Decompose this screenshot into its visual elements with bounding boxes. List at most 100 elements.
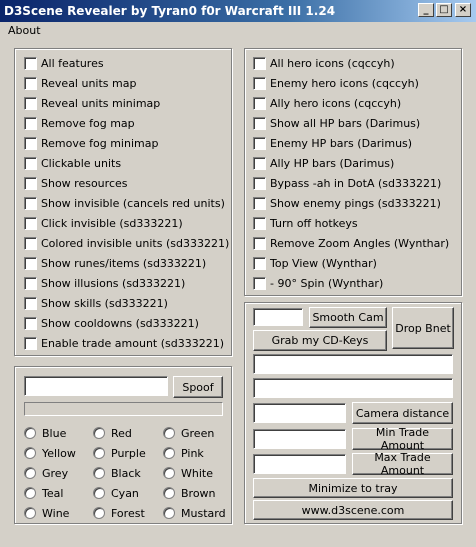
checkbox-box[interactable] (24, 256, 37, 270)
close-window-button[interactable]: × (455, 3, 471, 17)
menu-about[interactable]: About (8, 24, 41, 37)
right-option-checkbox[interactable]: - 90° Spin (Wynthar) (253, 275, 383, 291)
radio-circle[interactable] (24, 467, 36, 479)
right-option-checkbox[interactable]: Bypass -ah in DotA (sd333221) (253, 175, 441, 191)
right-option-checkbox[interactable]: Turn off hotkeys (253, 215, 358, 231)
color-radio[interactable]: Cyan (93, 485, 139, 501)
color-radio[interactable]: Pink (163, 445, 204, 461)
left-option-checkbox[interactable]: Remove fog minimap (24, 135, 158, 151)
checkbox-box[interactable] (253, 196, 266, 210)
color-radio[interactable]: Blue (24, 425, 66, 441)
right-option-checkbox[interactable]: Ally HP bars (Darimus) (253, 155, 394, 171)
grab-cd-keys-button[interactable]: Grab my CD-Keys (253, 330, 387, 351)
radio-circle[interactable] (93, 447, 105, 459)
checkbox-box[interactable] (24, 56, 37, 70)
right-option-checkbox[interactable]: Show all HP bars (Darimus) (253, 115, 420, 131)
max-trade-button[interactable]: Max Trade Amount (352, 451, 453, 477)
checkbox-box[interactable] (24, 156, 37, 170)
maximize-window-button[interactable]: □ (436, 3, 452, 17)
radio-circle[interactable] (24, 487, 36, 499)
color-radio[interactable]: Green (163, 425, 214, 441)
left-option-checkbox[interactable]: Show skills (sd333221) (24, 295, 168, 311)
checkbox-box[interactable] (253, 96, 266, 110)
checkbox-box[interactable] (24, 336, 37, 350)
radio-circle[interactable] (163, 467, 175, 479)
left-option-checkbox[interactable]: Show runes/items (sd333221) (24, 255, 206, 271)
left-option-checkbox[interactable]: Show illusions (sd333221) (24, 275, 185, 291)
checkbox-box[interactable] (24, 196, 37, 210)
checkbox-box[interactable] (24, 136, 37, 150)
radio-circle[interactable] (24, 427, 36, 439)
info-field-1[interactable] (253, 354, 453, 374)
checkbox-box[interactable] (24, 76, 37, 90)
minimize-window-button[interactable]: _ (418, 3, 434, 17)
camera-distance-input[interactable] (253, 403, 346, 423)
checkbox-box[interactable] (253, 56, 266, 70)
checkbox-box[interactable] (253, 156, 266, 170)
left-option-checkbox[interactable]: Click invisible (sd333221) (24, 215, 183, 231)
checkbox-box[interactable] (24, 296, 37, 310)
radio-circle[interactable] (24, 447, 36, 459)
color-radio[interactable]: Wine (24, 505, 69, 521)
spoof-input[interactable] (24, 376, 168, 396)
radio-circle[interactable] (24, 507, 36, 519)
left-option-checkbox[interactable]: Show cooldowns (sd333221) (24, 315, 199, 331)
minimize-to-tray-button[interactable]: Minimize to tray (253, 478, 453, 498)
radio-circle[interactable] (93, 487, 105, 499)
checkbox-box[interactable] (24, 96, 37, 110)
color-radio[interactable]: Mustard (163, 505, 226, 521)
checkbox-box[interactable] (24, 216, 37, 230)
right-option-checkbox[interactable]: All hero icons (cqccyh) (253, 55, 395, 71)
color-radio[interactable]: Yellow (24, 445, 76, 461)
checkbox-box[interactable] (24, 116, 37, 130)
checkbox-box[interactable] (253, 276, 266, 290)
right-option-checkbox[interactable]: Enemy hero icons (cqccyh) (253, 75, 419, 91)
color-radio[interactable]: Grey (24, 465, 68, 481)
camera-distance-button[interactable]: Camera distance (352, 402, 453, 424)
left-option-checkbox[interactable]: Colored invisible units (sd333221) (24, 235, 229, 251)
left-option-checkbox[interactable]: Remove fog map (24, 115, 135, 131)
left-option-checkbox[interactable]: Show invisible (cancels red units) (24, 195, 225, 211)
left-option-checkbox[interactable]: Clickable units (24, 155, 121, 171)
color-radio[interactable]: Black (93, 465, 141, 481)
checkbox-box[interactable] (253, 136, 266, 150)
color-radio[interactable]: White (163, 465, 213, 481)
info-field-2[interactable] (253, 378, 453, 398)
radio-circle[interactable] (93, 467, 105, 479)
right-option-checkbox[interactable]: Ally hero icons (cqccyh) (253, 95, 401, 111)
drop-bnet-button[interactable]: Drop Bnet (392, 307, 454, 349)
right-option-checkbox[interactable]: Show enemy pings (sd333221) (253, 195, 441, 211)
checkbox-box[interactable] (253, 76, 266, 90)
color-radio[interactable]: Purple (93, 445, 146, 461)
checkbox-box[interactable] (24, 316, 37, 330)
radio-circle[interactable] (163, 447, 175, 459)
color-radio[interactable]: Red (93, 425, 132, 441)
left-option-checkbox[interactable]: Show resources (24, 175, 128, 191)
checkbox-box[interactable] (253, 216, 266, 230)
color-radio[interactable]: Forest (93, 505, 145, 521)
min-trade-button[interactable]: Min Trade Amount (352, 426, 453, 452)
checkbox-box[interactable] (24, 276, 37, 290)
checkbox-box[interactable] (253, 176, 266, 190)
spoof-button[interactable]: Spoof (173, 376, 223, 398)
radio-circle[interactable] (163, 487, 175, 499)
checkbox-box[interactable] (253, 236, 266, 250)
checkbox-box[interactable] (24, 236, 37, 250)
min-trade-input[interactable] (253, 429, 346, 449)
radio-circle[interactable] (163, 427, 175, 439)
website-button[interactable]: www.d3scene.com (253, 500, 453, 520)
left-option-checkbox[interactable]: All features (24, 55, 104, 71)
left-option-checkbox[interactable]: Reveal units map (24, 75, 136, 91)
radio-circle[interactable] (163, 507, 175, 519)
radio-circle[interactable] (93, 427, 105, 439)
radio-circle[interactable] (93, 507, 105, 519)
checkbox-box[interactable] (253, 256, 266, 270)
left-option-checkbox[interactable]: Enable trade amount (sd333221) (24, 335, 224, 351)
color-radio[interactable]: Brown (163, 485, 216, 501)
right-option-checkbox[interactable]: Enemy HP bars (Darimus) (253, 135, 412, 151)
smooth-cam-button[interactable]: Smooth Cam (309, 307, 387, 328)
checkbox-box[interactable] (253, 116, 266, 130)
left-option-checkbox[interactable]: Reveal units minimap (24, 95, 160, 111)
max-trade-input[interactable] (253, 454, 346, 474)
color-radio[interactable]: Teal (24, 485, 63, 501)
